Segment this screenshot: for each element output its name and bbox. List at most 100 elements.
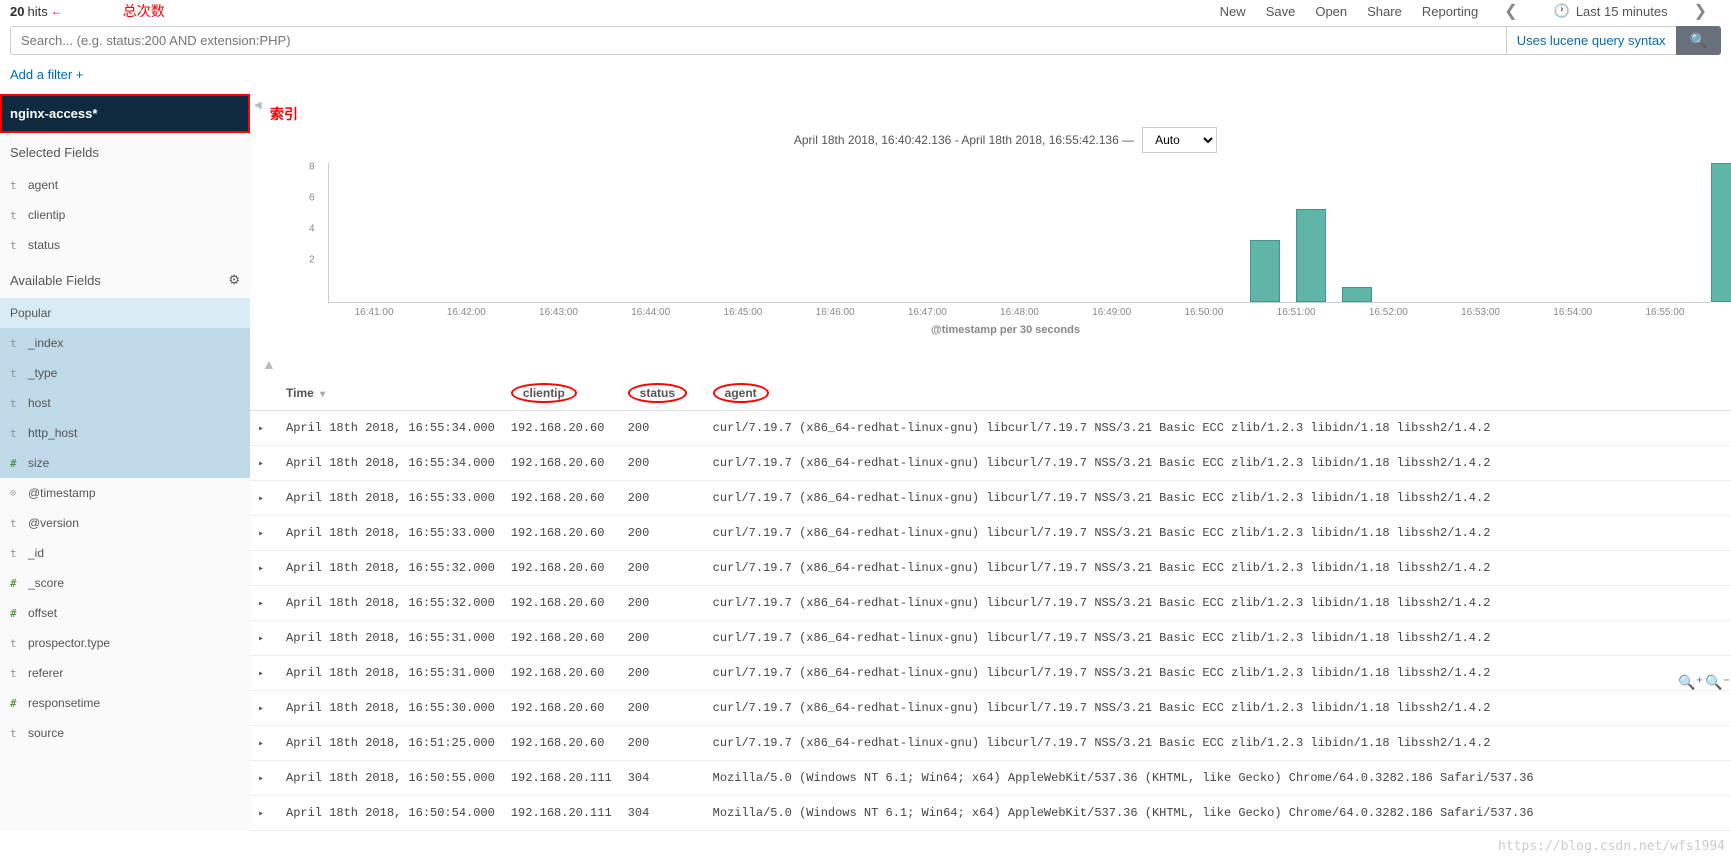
expand-row-icon[interactable]: ▸ xyxy=(258,809,264,820)
field-name: @timestamp xyxy=(28,486,96,500)
available-field-_id[interactable]: t _id xyxy=(0,538,250,568)
zoom-out-icon[interactable]: 🔍⁻ xyxy=(1705,674,1730,691)
available-field-responsetime[interactable]: #responsetime xyxy=(0,688,250,718)
gear-icon[interactable]: ⚙ xyxy=(228,272,240,288)
col-clientip[interactable]: clientip xyxy=(503,376,620,411)
available-field-offset[interactable]: #offset xyxy=(0,598,250,628)
table-row[interactable]: ▸ April 18th 2018, 16:50:55.000 192.168.… xyxy=(250,761,1731,796)
chart-bar[interactable] xyxy=(1342,287,1372,302)
expand-row-icon[interactable]: ▸ xyxy=(258,704,264,715)
cell-clientip: 192.168.20.60 xyxy=(503,621,620,656)
table-row[interactable]: ▸ April 18th 2018, 16:55:34.000 192.168.… xyxy=(250,446,1731,481)
time-prev-icon[interactable]: ❮ xyxy=(1498,1,1523,21)
field-name: responsetime xyxy=(28,696,100,710)
available-field-_score[interactable]: #_score xyxy=(0,568,250,598)
histogram-chart[interactable]: 2468 xyxy=(328,163,1711,303)
available-field-host[interactable]: thost xyxy=(0,388,250,418)
table-row[interactable]: ▸ April 18th 2018, 16:55:30.000 192.168.… xyxy=(250,691,1731,726)
cell-clientip: 192.168.20.60 xyxy=(503,656,620,691)
table-row[interactable]: ▸ April 18th 2018, 16:55:32.000 192.168.… xyxy=(250,586,1731,621)
expand-row-icon[interactable]: ▸ xyxy=(258,459,264,470)
available-field-size[interactable]: #size xyxy=(0,448,250,478)
available-field-_type[interactable]: t_type xyxy=(0,358,250,388)
available-field-@timestamp[interactable]: ⊙@timestamp xyxy=(0,478,250,508)
interval-select[interactable]: Auto xyxy=(1142,127,1217,153)
cell-status: 200 xyxy=(620,621,705,656)
time-next-icon[interactable]: ❯ xyxy=(1688,1,1713,21)
hits-count: 20 xyxy=(10,4,24,19)
selected-field-clientip[interactable]: tclientip xyxy=(0,200,250,230)
selected-field-agent[interactable]: tagent xyxy=(0,170,250,200)
field-type-icon: # xyxy=(10,457,20,470)
field-type-icon: t xyxy=(10,179,20,192)
chart-bar[interactable] xyxy=(1250,240,1280,302)
cell-agent: curl/7.19.7 (x86_64-redhat-linux-gnu) li… xyxy=(705,621,1731,656)
table-row[interactable]: ▸ April 18th 2018, 16:51:25.000 192.168.… xyxy=(250,726,1731,761)
search-button[interactable]: 🔍 xyxy=(1676,26,1721,55)
expand-row-icon[interactable]: ▸ xyxy=(258,599,264,610)
field-name: _score xyxy=(28,576,64,590)
add-filter-link[interactable]: Add a filter + xyxy=(10,67,83,82)
expand-row-icon[interactable]: ▸ xyxy=(258,529,264,540)
available-field-http_host[interactable]: thttp_host xyxy=(0,418,250,448)
chart-bar[interactable] xyxy=(1296,209,1326,302)
zoom-in-icon[interactable]: 🔍⁺ xyxy=(1678,674,1703,691)
expand-row-icon[interactable]: ▸ xyxy=(258,494,264,505)
index-pattern-selector[interactable]: nginx-access* 索引 xyxy=(0,94,250,133)
cell-time: April 18th 2018, 16:55:31.000 xyxy=(278,656,503,691)
selected-fields-title: Selected Fields xyxy=(0,133,250,170)
cell-status: 200 xyxy=(620,411,705,446)
col-agent-label: agent xyxy=(713,383,769,403)
expand-row-icon[interactable]: ▸ xyxy=(258,424,264,435)
field-type-icon: t xyxy=(10,337,20,350)
col-time[interactable]: Time ▾ xyxy=(278,376,503,411)
nav-reporting[interactable]: Reporting xyxy=(1422,4,1478,19)
time-picker[interactable]: 🕐 Last 15 minutes xyxy=(1554,3,1668,19)
query-syntax-hint[interactable]: Uses lucene query syntax xyxy=(1507,26,1676,55)
field-name: _id xyxy=(28,546,44,560)
available-field-@version[interactable]: t@version xyxy=(0,508,250,538)
col-time-label: Time xyxy=(286,386,314,400)
available-field-referer[interactable]: treferer xyxy=(0,658,250,688)
x-tick: 16:51:00 xyxy=(1250,307,1342,318)
expand-row-icon[interactable]: ▸ xyxy=(258,564,264,575)
col-status[interactable]: status xyxy=(620,376,705,411)
cell-status: 200 xyxy=(620,516,705,551)
selected-field-status[interactable]: tstatus xyxy=(0,230,250,260)
table-row[interactable]: ▸ April 18th 2018, 16:55:32.000 192.168.… xyxy=(250,551,1731,586)
hits-label: hits xyxy=(27,4,47,19)
cell-agent: curl/7.19.7 (x86_64-redhat-linux-gnu) li… xyxy=(705,586,1731,621)
cell-time: April 18th 2018, 16:50:54.000 xyxy=(278,796,503,831)
col-clientip-label: clientip xyxy=(511,383,577,403)
nav-new[interactable]: New xyxy=(1220,4,1246,19)
cell-status: 200 xyxy=(620,656,705,691)
field-type-icon: t xyxy=(10,547,20,560)
search-input[interactable] xyxy=(10,26,1507,55)
nav-open[interactable]: Open xyxy=(1315,4,1347,19)
table-row[interactable]: ▸ April 18th 2018, 16:50:54.000 192.168.… xyxy=(250,796,1731,831)
table-row[interactable]: ▸ April 18th 2018, 16:55:33.000 192.168.… xyxy=(250,516,1731,551)
cell-clientip: 192.168.20.60 xyxy=(503,481,620,516)
cell-agent: Mozilla/5.0 (Windows NT 6.1; Win64; x64)… xyxy=(705,761,1731,796)
expand-row-icon[interactable]: ▸ xyxy=(258,739,264,750)
chart-bar[interactable] xyxy=(1711,163,1731,302)
collapse-sidebar-icon[interactable]: ◀ xyxy=(250,94,266,117)
cell-time: April 18th 2018, 16:55:30.000 xyxy=(278,691,503,726)
available-field-_index[interactable]: t_index xyxy=(0,328,250,358)
table-row[interactable]: ▸ April 18th 2018, 16:55:33.000 192.168.… xyxy=(250,481,1731,516)
x-tick: 16:49:00 xyxy=(1066,307,1158,318)
expand-row-icon[interactable]: ▸ xyxy=(258,634,264,645)
watermark: https://blog.csdn.net/wfs1994 xyxy=(1498,839,1725,854)
table-row[interactable]: ▸ April 18th 2018, 16:55:31.000 192.168.… xyxy=(250,621,1731,656)
table-row[interactable]: ▸ April 18th 2018, 16:55:31.000 192.168.… xyxy=(250,656,1731,691)
available-field-source[interactable]: tsource xyxy=(0,718,250,748)
nav-save[interactable]: Save xyxy=(1266,4,1296,19)
table-row[interactable]: ▸ April 18th 2018, 16:55:34.000 192.168.… xyxy=(250,411,1731,446)
col-agent[interactable]: agent xyxy=(705,376,1731,411)
expand-row-icon[interactable]: ▸ xyxy=(258,774,264,785)
available-field-prospector.type[interactable]: tprospector.type xyxy=(0,628,250,658)
nav-share[interactable]: Share xyxy=(1367,4,1402,19)
expand-row-icon[interactable]: ▸ xyxy=(258,669,264,680)
clock-icon: 🕐 xyxy=(1554,3,1570,19)
field-name: offset xyxy=(28,606,57,620)
